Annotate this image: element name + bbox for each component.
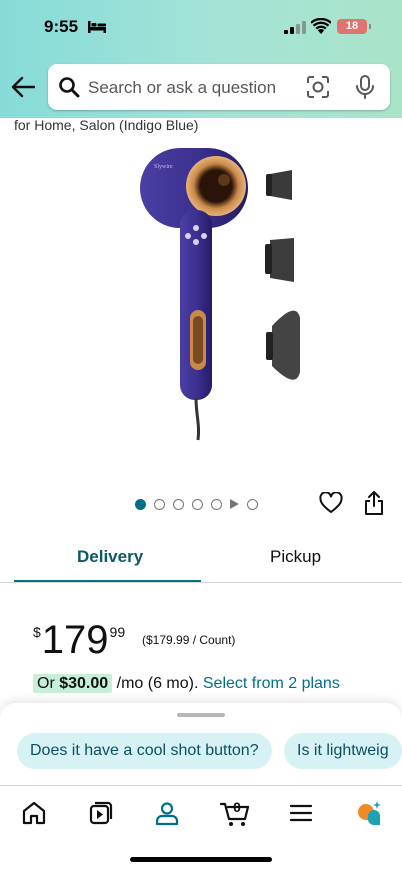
bottom-nav: 0 [0,785,402,870]
image-carousel-indicator[interactable] [135,498,258,510]
carousel-dot[interactable] [135,498,146,510]
battery-icon: 18 [337,19,371,34]
status-bar: 9:55 18 [0,0,402,56]
tab-pickup[interactable]: Pickup [270,547,321,567]
installment-badge: Or $30.00 [33,674,113,693]
cart-icon[interactable]: 0 [219,796,251,828]
suggestion-chip[interactable]: Does it have a cool shot button? [17,733,272,769]
select-plans-link[interactable]: Select from 2 plans [203,675,340,692]
sheet-grabber[interactable] [177,713,225,717]
cart-count: 0 [233,799,241,815]
tab-delivery[interactable]: Delivery [77,547,143,567]
rufus-assistant-icon[interactable] [355,800,381,826]
suggestion-chip[interactable]: Is it lightweig [284,733,402,769]
bed-icon [88,21,106,33]
cellular-signal-icon [284,21,306,34]
microphone-icon[interactable] [354,75,376,99]
share-icon[interactable] [363,490,385,516]
installment-offer: Or $30.00 /mo (6 mo). Select from 2 plan… [33,674,340,693]
price: $ 179 99 [33,618,125,662]
installment-term: /mo (6 mo). [116,675,199,692]
status-time: 9:55 [44,17,79,36]
wifi-icon [311,18,331,34]
back-arrow-icon[interactable] [11,76,35,98]
app-header: 9:55 18 Search or ask a question [0,0,402,118]
product-image[interactable]: Slywire [120,140,320,460]
search-bar[interactable]: Search or ask a question [48,64,390,110]
video-play-icon[interactable] [230,499,239,509]
search-icon [59,77,80,98]
heart-icon[interactable] [319,492,343,514]
carousel-dot[interactable] [154,498,165,510]
carousel-dot[interactable] [247,498,258,510]
installment-prefix: Or [37,675,55,692]
carousel-dot[interactable] [192,498,203,510]
carousel-dot[interactable] [173,498,184,510]
price-currency-symbol: $ [33,624,41,640]
product-title[interactable]: for Home, Salon (Indigo Blue) [14,117,198,133]
installment-amount: $30.00 [59,675,109,692]
svg-text:Slywire: Slywire [154,164,173,170]
suggestion-sheet: Does it have a cool shot button? Is it l… [0,703,402,785]
carousel-dot[interactable] [211,498,222,510]
camera-lens-icon[interactable] [306,75,330,99]
unit-price: ($179.99 / Count) [142,633,236,647]
account-icon[interactable] [154,800,180,826]
home-indicator[interactable] [130,857,272,862]
home-icon[interactable] [21,800,47,826]
menu-icon[interactable] [288,800,314,826]
inspire-video-icon[interactable] [88,800,114,826]
tab-divider [0,582,402,583]
price-whole: 179 [41,618,109,662]
search-input[interactable]: Search or ask a question [88,78,276,98]
price-fraction: 99 [109,624,126,640]
fulfillment-tabs: Delivery Pickup [14,540,402,584]
